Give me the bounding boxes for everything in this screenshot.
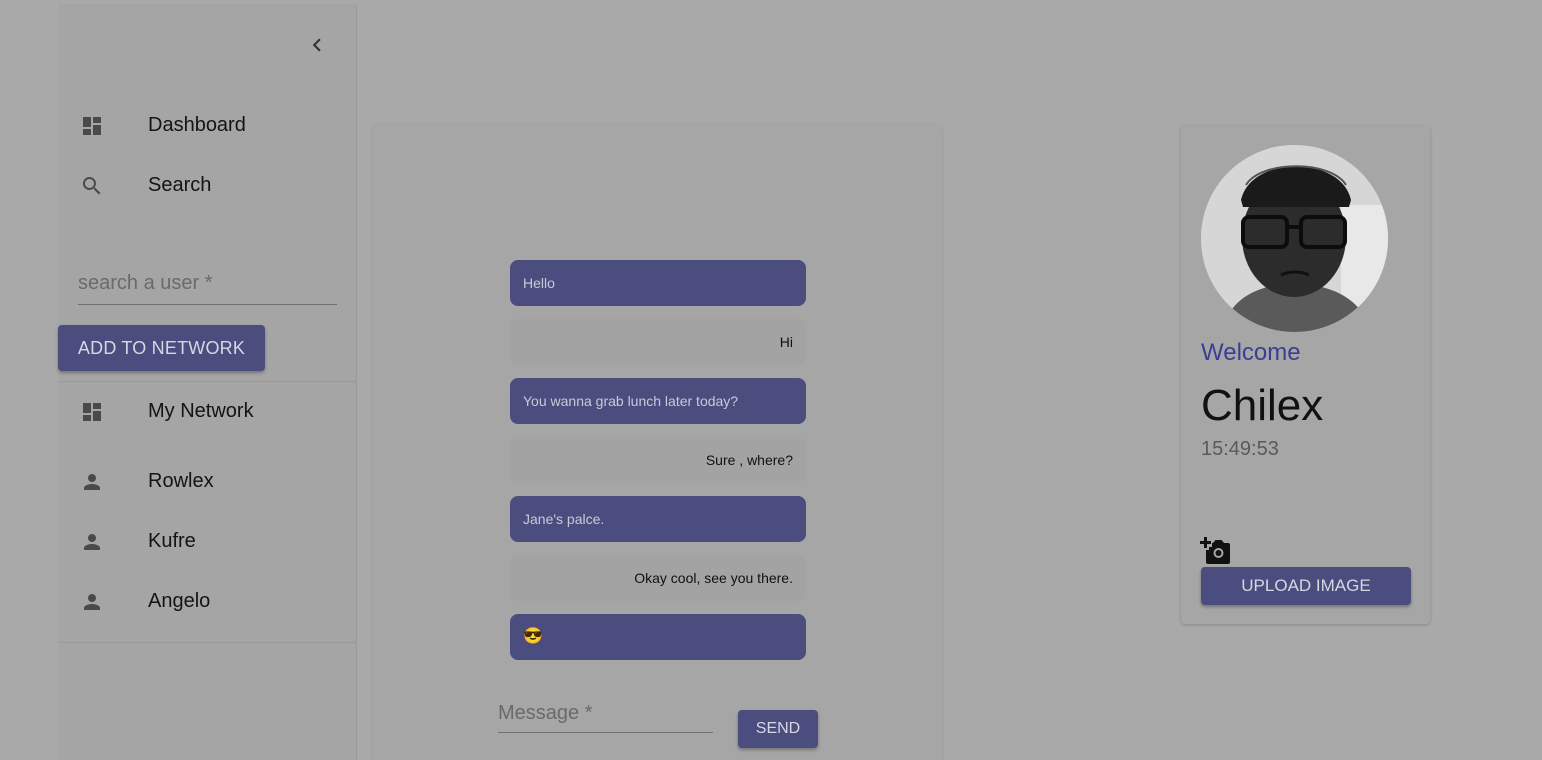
nav-item-label: My Network <box>148 400 254 422</box>
avatar <box>1201 145 1388 332</box>
person-icon <box>80 590 104 614</box>
dashboard-icon <box>80 114 104 138</box>
nav-item-label: Dashboard <box>148 114 246 136</box>
divider <box>58 642 356 643</box>
search-user-field[interactable] <box>78 268 337 305</box>
chat-message-received: Sure , where? <box>510 437 806 483</box>
chevron-left-icon[interactable] <box>304 32 330 58</box>
profile-card: Welcome Chilex 15:49:53 UPLOAD IMAGE <box>1181 126 1430 624</box>
network-user-item[interactable]: Rowlex <box>58 452 356 512</box>
nav-item-my-network[interactable]: My Network <box>58 382 356 442</box>
network-user-label: Rowlex <box>148 470 214 492</box>
add-a-photo-icon[interactable] <box>1199 536 1231 566</box>
dashboard-icon <box>80 400 104 424</box>
network-user-label: Kufre <box>148 530 196 552</box>
profile-time: 15:49:53 <box>1201 438 1279 460</box>
chat-message-sent: You wanna grab lunch later today? <box>510 378 806 424</box>
chat-message-sent: Hello <box>510 260 806 306</box>
nav-item-search[interactable]: Search <box>58 156 356 216</box>
nav-item-dashboard[interactable]: Dashboard <box>58 96 356 156</box>
person-icon <box>80 470 104 494</box>
network-user-item[interactable]: Kufre <box>58 512 356 572</box>
page: Dashboard Search ADD TO NETWORK My Netwo… <box>0 0 1542 760</box>
network-user-item[interactable]: Angelo <box>58 572 356 632</box>
chat-message-sent: 😎 <box>510 614 806 660</box>
sidebar: Dashboard Search ADD TO NETWORK My Netwo… <box>58 4 357 760</box>
chat-panel: Hello Hi You wanna grab lunch later toda… <box>373 124 942 760</box>
message-field[interactable] <box>498 698 713 733</box>
chat-message-received: Okay cool, see you there. <box>510 555 806 601</box>
search-icon <box>80 174 104 198</box>
person-icon <box>80 530 104 554</box>
chat-message-received: Hi <box>510 319 806 365</box>
upload-image-button[interactable]: UPLOAD IMAGE <box>1201 567 1411 605</box>
add-to-network-button[interactable]: ADD TO NETWORK <box>58 325 265 371</box>
network-user-label: Angelo <box>148 590 211 612</box>
send-button[interactable]: SEND <box>738 710 818 748</box>
search-user-input[interactable] <box>78 268 337 298</box>
profile-name: Chilex <box>1201 381 1324 430</box>
welcome-text: Welcome <box>1201 339 1301 366</box>
chat-message-sent: Jane's palce. <box>510 496 806 542</box>
nav-item-label: Search <box>148 174 212 196</box>
message-input[interactable] <box>498 698 713 728</box>
